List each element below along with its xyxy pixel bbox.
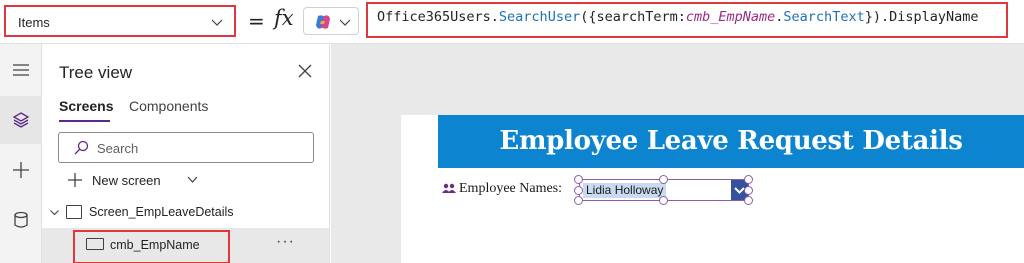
formula-bar: Items = fx Office365Users.SearchUser({se… xyxy=(0,0,1024,44)
copilot-button[interactable] xyxy=(303,7,359,35)
search-input[interactable]: Search xyxy=(58,132,314,163)
formula-control-ref: cmb_EmpName xyxy=(685,9,776,25)
tree-item-control[interactable]: cmb_EmpName ··· xyxy=(42,228,329,263)
resize-handle[interactable] xyxy=(574,186,583,195)
tab-screens[interactable]: Screens xyxy=(59,98,113,114)
active-tab-indicator xyxy=(59,120,110,122)
people-icon xyxy=(442,183,456,193)
menu-button[interactable] xyxy=(0,46,42,94)
database-icon xyxy=(14,211,28,228)
formula-close: }).DisplayName xyxy=(864,9,979,25)
search-icon xyxy=(74,140,89,155)
tree-item-screen[interactable]: Screen_EmpLeaveDetails xyxy=(42,199,329,227)
resize-handle[interactable] xyxy=(744,175,753,184)
copilot-icon xyxy=(316,15,330,29)
header-bar: Employee Leave Request Details xyxy=(438,115,1024,168)
tree-view-panel: Tree view Screens Components Search New … xyxy=(42,44,330,263)
formula-text: Office365Users.SearchUser({searchTerm:cm… xyxy=(377,9,979,25)
formula-input[interactable]: Office365Users.SearchUser({searchTerm:cm… xyxy=(366,2,1008,38)
app-screen: Employee Leave Request Details Employee … xyxy=(401,115,1024,263)
header-title: Employee Leave Request Details xyxy=(499,126,963,156)
selected-item-chip[interactable]: Lidia Holloway xyxy=(583,183,667,198)
tree-view-button[interactable] xyxy=(0,96,42,144)
close-icon[interactable] xyxy=(297,63,313,79)
formula-property: SearchText xyxy=(783,9,865,25)
canvas-area: Employee Leave Request Details Employee … xyxy=(331,44,1024,263)
resize-handle[interactable] xyxy=(744,186,753,195)
hamburger-menu-icon xyxy=(13,64,29,76)
new-screen-label: New screen xyxy=(92,173,161,188)
plus-icon xyxy=(13,162,29,178)
employee-label: Employee Names: xyxy=(442,181,562,197)
formula-param: searchTerm: xyxy=(596,9,686,25)
property-dropdown[interactable]: Items xyxy=(4,5,236,37)
power-apps-studio: Items = fx Office365Users.SearchUser({se… xyxy=(0,0,1024,263)
search-placeholder: Search xyxy=(97,141,139,156)
employee-label-text: Employee Names: xyxy=(459,181,563,196)
more-options-icon[interactable]: ··· xyxy=(276,233,295,251)
tab-components[interactable]: Components xyxy=(129,98,208,114)
screen-icon xyxy=(66,205,82,219)
combobox-icon xyxy=(86,238,104,250)
chevron-down-icon[interactable] xyxy=(49,207,60,218)
property-value: Items xyxy=(18,15,50,30)
plus-icon xyxy=(68,173,82,187)
panel-title: Tree view xyxy=(59,63,133,82)
insert-button[interactable] xyxy=(0,146,42,194)
resize-handle[interactable] xyxy=(659,196,668,205)
layers-icon xyxy=(12,112,30,128)
control-name: cmb_EmpName xyxy=(110,238,200,252)
fx-icon[interactable]: fx xyxy=(274,6,294,30)
screen-name: Screen_EmpLeaveDetails xyxy=(89,205,234,219)
left-rail xyxy=(0,44,42,263)
resize-handle[interactable] xyxy=(574,175,583,184)
chevron-down-icon xyxy=(187,176,198,183)
data-button[interactable] xyxy=(0,196,42,244)
resize-handle[interactable] xyxy=(744,196,753,205)
formula-open: ({ xyxy=(580,9,597,25)
resize-handle[interactable] xyxy=(574,196,583,205)
formula-object: Office365Users. xyxy=(377,9,499,25)
chevron-down-icon xyxy=(211,19,223,26)
equals-sign: = xyxy=(248,9,265,33)
resize-handle[interactable] xyxy=(659,175,668,184)
formula-function: SearchUser xyxy=(498,9,581,25)
chevron-down-icon xyxy=(339,19,351,26)
